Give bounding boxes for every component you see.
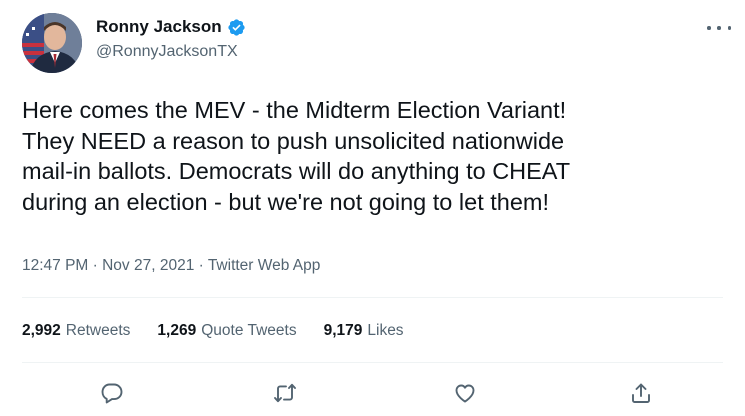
name-row: Ronny Jackson xyxy=(96,17,246,37)
reply-icon[interactable] xyxy=(97,378,127,408)
retweet-icon[interactable] xyxy=(270,378,300,408)
share-icon[interactable] xyxy=(626,378,656,408)
like-icon[interactable] xyxy=(450,378,480,408)
engagement-stats: 2,992 Retweets 1,269 Quote Tweets 9,179 Lik… xyxy=(22,322,431,340)
quote-tweets-stat[interactable]: 1,269 Quote Tweets xyxy=(157,322,296,340)
user-handle[interactable]: @RonnyJacksonTX xyxy=(96,43,238,61)
quote-tweets-label: Quote Tweets xyxy=(201,322,297,339)
avatar-image xyxy=(22,13,82,73)
action-bar xyxy=(0,378,745,408)
likes-label: Likes xyxy=(367,322,404,339)
retweets-count: 2,992 xyxy=(22,322,61,339)
tweet-card: Ronny Jackson @RonnyJacksonTX Here comes… xyxy=(0,0,745,416)
quote-tweets-count: 1,269 xyxy=(157,322,197,339)
retweets-label: Retweets xyxy=(65,322,131,339)
display-name[interactable]: Ronny Jackson xyxy=(96,17,222,37)
tweet-timestamp[interactable]: 12:47 PM · Nov 27, 2021 · Twitter Web Ap… xyxy=(22,257,320,275)
more-options-icon[interactable] xyxy=(707,22,731,34)
divider xyxy=(22,297,723,298)
likes-count: 9,179 xyxy=(323,322,363,339)
divider xyxy=(22,362,723,363)
retweets-stat[interactable]: 2,992 Retweets xyxy=(22,322,130,340)
tweet-text: Here comes the MEV - the Midterm Electio… xyxy=(22,97,571,215)
verified-badge-icon xyxy=(227,18,246,37)
avatar[interactable] xyxy=(22,13,82,73)
likes-stat[interactable]: 9,179 Likes xyxy=(324,322,404,340)
